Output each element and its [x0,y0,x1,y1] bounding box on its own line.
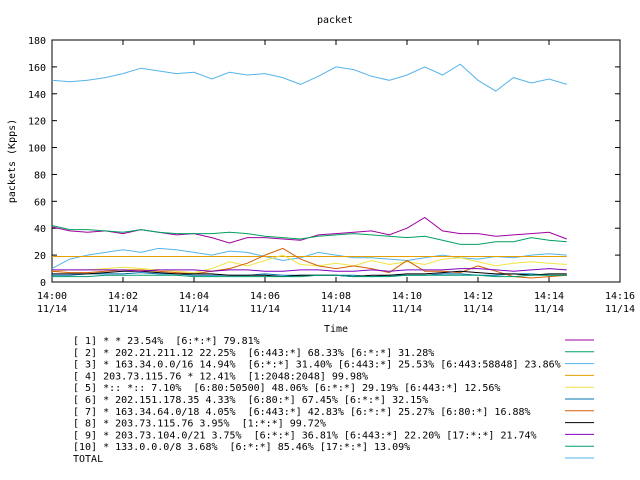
x-tick-date-label: 11/14 [392,304,422,315]
legend-label: [ 4] 203.73.115.76 * 12.41% [1:2048:2048… [73,371,368,382]
x-tick-label: 14:12 [463,291,493,302]
x-tick-date-label: 11/14 [321,304,351,315]
series-line [51,63,567,92]
y-tick-label: 40 [34,224,46,235]
x-tick-date-label: 11/14 [534,304,564,315]
x-tick-date-label: 11/14 [463,304,493,315]
legend-label: [ 5] *:: *:: 7.10% [6:80:50500] 48.06% [… [73,383,500,394]
legend-label: TOTAL [73,454,103,465]
y-tick-label: 140 [28,90,46,101]
plot-lines [51,63,567,279]
y-tick-label: 0 [40,278,46,289]
tick-labels: 0 20 40 60 80 100 120 140 160 180 14:00 11/14 14:02 1… [28,36,635,315]
x-tick-label: 14:04 [179,291,209,302]
x-tick-label: 14:16 [605,291,635,302]
legend-label: [ 7] * 163.34.64.0/18 4.05% [6:443:*] 42… [73,407,531,418]
legend-label: [10] * 133.0.0.0/8 3.68% [6:*:*] 85.46% … [73,442,410,453]
x-tick-date-label: 11/14 [605,304,635,315]
packet-chart: packet packets (Kpps) Time 0 20 40 60 80 100 1… [7,15,635,465]
y-axis-label: packets (Kpps) [7,119,18,203]
x-tick-label: 14:10 [392,291,422,302]
legend-label: [ 8] * 203.73.115.76 3.95% [1:*:*] 99.72… [73,419,326,430]
x-tick-date-label: 11/14 [179,304,209,315]
chart-title: packet [317,15,353,26]
y-tick-label: 60 [34,197,46,208]
x-tick-label: 14:08 [321,291,351,302]
y-tick-label: 20 [34,251,46,262]
x-tick-date-label: 11/14 [37,304,67,315]
legend-label: [ 3] * 163.34.0.0/16 14.94% [6:*:*] 31.4… [73,360,561,371]
legend-label: [ 1] * * 23.54% [6:*:*] 79.81% [73,336,260,347]
y-tick-label: 100 [28,144,46,155]
y-tick-label: 120 [28,117,46,128]
legend-label: [ 2] * 202.21.211.12 22.25% [6:443:*] 68… [73,348,434,359]
x-tick-label: 14:06 [250,291,280,302]
series-line [51,216,567,244]
y-tick-label: 80 [34,170,46,181]
series-line [52,268,567,272]
x-axis-label: Time [324,324,348,335]
axes [51,39,621,283]
x-tick-label: 14:02 [108,291,138,302]
x-tick-date-label: 11/14 [250,304,280,315]
y-tick-label: 180 [28,36,46,47]
legend-label: [ 6] * 202.151.178.35 4.33% [6:80:*] 67.… [73,395,428,406]
plot-frame [51,39,621,283]
legend-label: [ 9] * 203.73.104.0/21 3.75% [6:*:*] 36.… [73,430,537,441]
x-tick-label: 14:00 [37,291,67,302]
legend: [ 1] * * 23.54% [6:*:*] 79.81%[ 2] * 202… [73,336,594,465]
x-tick-label: 14:14 [534,291,564,302]
x-tick-date-label: 11/14 [108,304,138,315]
y-tick-label: 160 [28,63,46,74]
